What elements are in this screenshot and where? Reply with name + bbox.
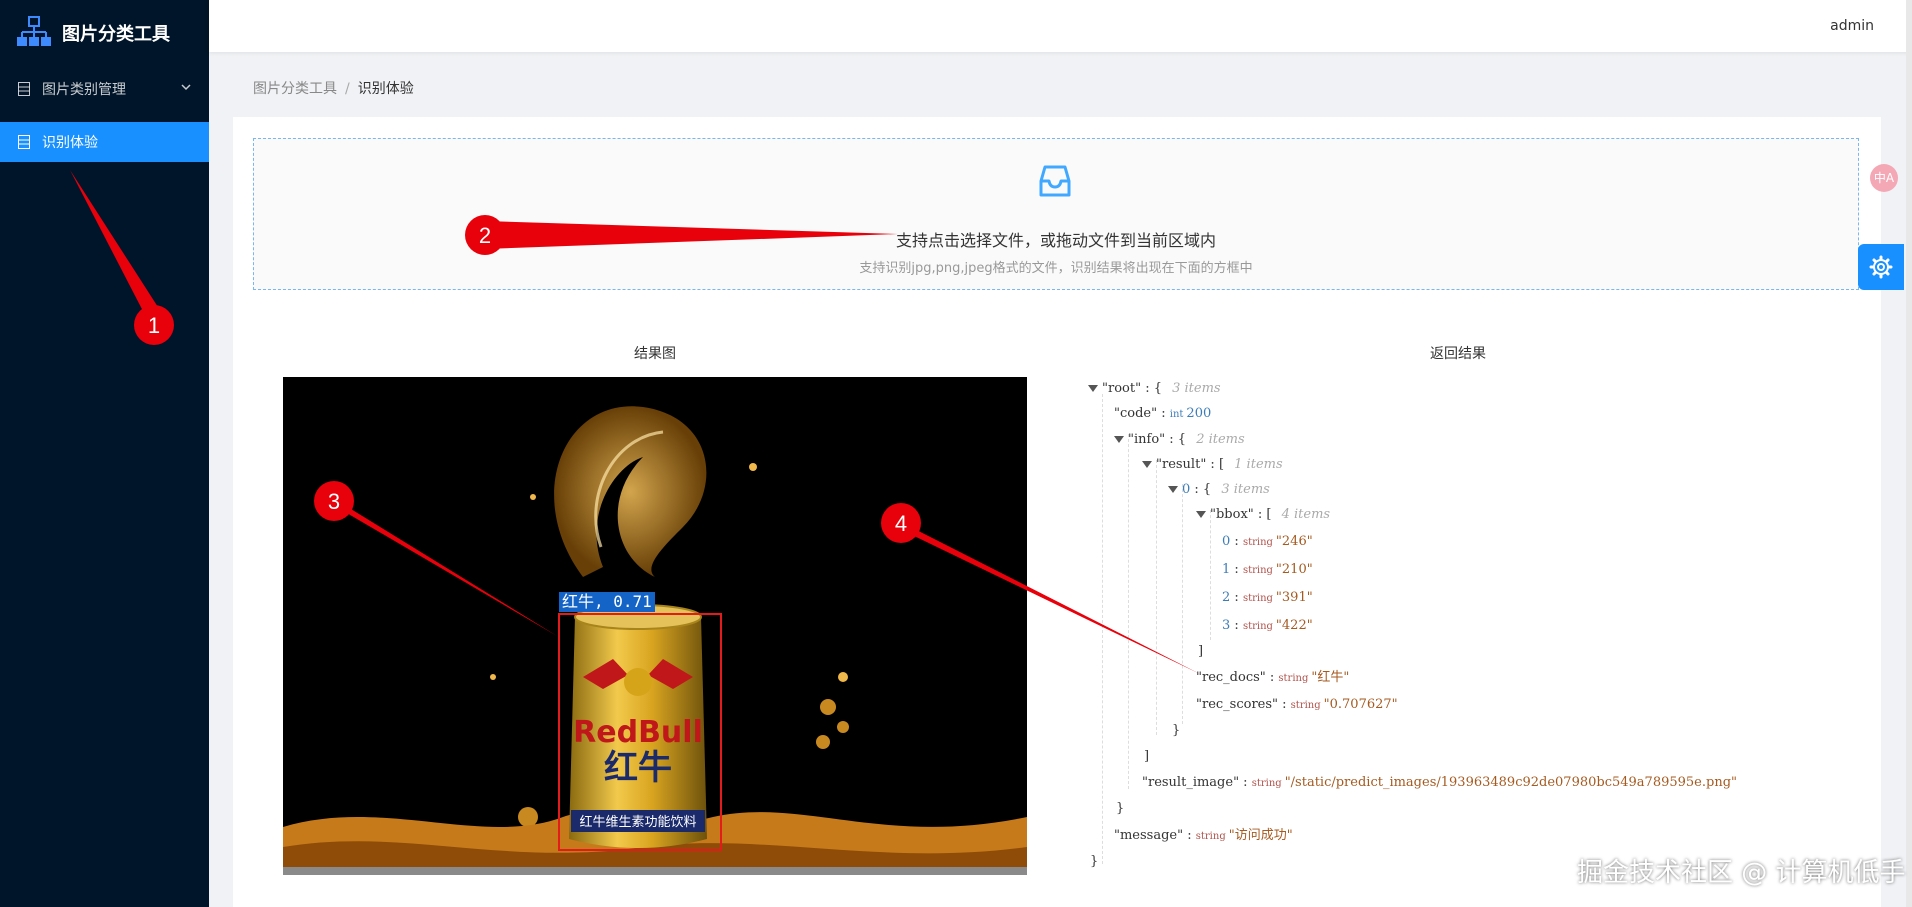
result-image-title: 结果图 [634,346,676,362]
image-floor-strip [283,867,1027,875]
json-result-image-line: "result_image" : string "/static/predict_… [1142,775,1737,790]
json-bbox-line[interactable]: "bbox" : [ 4 items [1196,506,1330,524]
json-bracket-close: ] [1144,749,1150,764]
detection-box [558,613,722,851]
breadcrumb-current: 识别体验 [357,81,414,97]
json-root-line[interactable]: "root" : { 3 items [1088,380,1221,398]
caret-down-icon[interactable] [1142,461,1152,468]
settings-button[interactable] [1858,244,1904,290]
detection-label: 红牛, 0.71 [559,592,655,612]
sidebar-item-label: 图片类别管理 [42,82,126,98]
gear-icon [1869,255,1893,279]
json-brace-close: } [1116,801,1125,816]
breadcrumb-separator: / [345,81,350,97]
chevron-down-icon [181,84,191,91]
json-bbox-item: 2 : string "391" [1222,590,1313,605]
translate-badge[interactable]: 中A [1870,164,1898,192]
json-brace-close: } [1090,854,1099,869]
breadcrumb: 图片分类工具 / 识别体验 [253,78,414,98]
hierarchy-logo-icon [17,16,51,46]
upload-text: 支持点击选择文件，或拖动文件到当前区域内 [895,231,1216,250]
result-json-title: 返回结果 [1430,346,1486,362]
app-title: 图片分类工具 [62,24,170,45]
json-info-line[interactable]: "info" : { 2 items [1114,431,1245,449]
list-icon [18,135,30,149]
caret-down-icon[interactable] [1168,486,1178,493]
json-result-line[interactable]: "result" : [ 1 items [1142,456,1283,474]
app-logo[interactable]: 图片分类工具 [0,0,209,66]
json-bbox-item: 3 : string "422" [1222,618,1313,633]
sidebar-item-label: 识别体验 [42,135,98,151]
caret-down-icon[interactable] [1196,511,1206,518]
upload-dropzone[interactable]: 支持点击选择文件，或拖动文件到当前区域内 支持识别jpg,png,jpeg格式的… [253,138,1859,290]
user-menu[interactable]: admin [1830,18,1874,34]
upload-hint: 支持识别jpg,png,jpeg格式的文件，识别结果将出现在下面的方框中 [859,261,1253,276]
caret-down-icon[interactable] [1088,385,1098,392]
watermark: 掘金技术社区 @ 计算机低手 [1577,858,1906,888]
json-code-line: "code" : int 200 [1114,406,1212,421]
top-header: admin [209,0,1912,52]
page-scrollbar[interactable] [1906,0,1912,907]
breadcrumb-root[interactable]: 图片分类工具 [253,81,337,97]
json-rec-docs-line: "rec_docs" : string "红牛" [1196,670,1350,685]
json-rec-scores-line: "rec_scores" : string "0.707627" [1196,697,1398,712]
json-viewer: "root" : { 3 items "code" : int 200 "info… [1088,372,1848,872]
json-index0-line[interactable]: 0 : { 3 items [1168,481,1270,499]
inbox-icon [1039,165,1071,197]
list-icon [18,82,30,96]
sidebar: 图片分类工具 图片类别管理 识别体验 [0,0,209,907]
json-brace-close: } [1172,723,1181,738]
json-message-line: "message" : string "访问成功" [1114,828,1293,843]
json-bbox-item: 1 : string "210" [1222,562,1313,577]
sidebar-item-category-management[interactable]: 图片类别管理 [0,69,209,109]
sidebar-item-recognition[interactable]: 识别体验 [0,122,209,162]
result-image: RedBull 红牛 红牛维生素功能饮料 红牛, 0.71 [283,377,1027,875]
json-bracket-close: ] [1198,644,1204,659]
json-bbox-item: 0 : string "246" [1222,534,1313,549]
caret-down-icon[interactable] [1114,436,1124,443]
